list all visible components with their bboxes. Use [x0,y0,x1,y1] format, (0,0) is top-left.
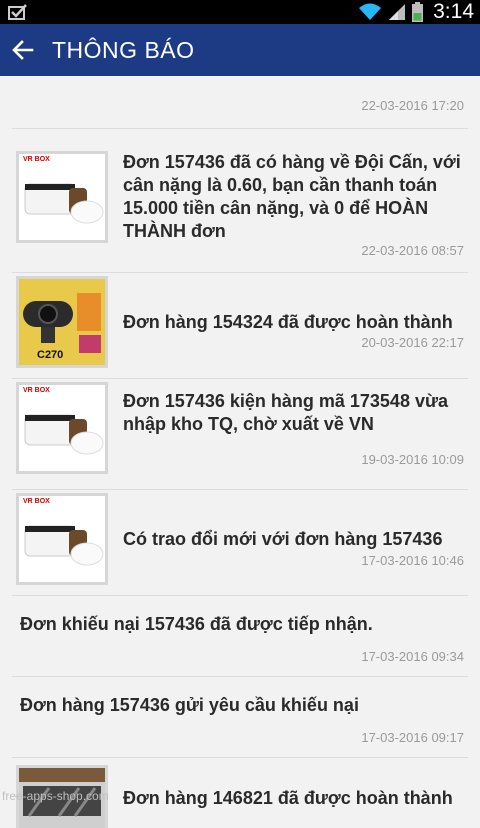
notification-timestamp: 22-03-2016 17:20 [361,98,464,113]
notification-item[interactable]: 22-03-2016 17:20 [12,76,468,129]
notification-message: Đơn 157436 kiện hàng mã 173548 vừa nhập … [123,391,449,434]
notification-message: Đơn hàng 154324 đã được hoàn thành [123,311,453,332]
vr-brand-label: VR BOX [23,156,50,163]
back-button[interactable] [0,24,46,76]
notification-timestamp: 22-03-2016 08:57 [361,243,464,258]
vr-headset-thumbnail: VR BOX [16,151,108,243]
notification-message: Có trao đổi mới với đơn hàng 157436 [123,528,443,549]
notification-item[interactable]: VR BOX Có trao đổi mới với đơn hàng 1574… [12,490,468,596]
notification-timestamp: 17-03-2016 09:34 [361,649,464,664]
vr-brand-label: VR BOX [23,387,50,394]
notification-timestamp: 17-03-2016 10:46 [361,553,464,568]
signal-icon [389,4,406,20]
notification-message: Đơn khiếu nại 157436 đã được tiếp nhận. [20,614,373,634]
status-bar: 3:14 [0,0,480,24]
notification-timestamp: 20-03-2016 22:17 [361,335,464,350]
notification-message: Đơn hàng 157436 gửi yêu cầu khiếu nại [20,695,359,715]
notification-item[interactable]: Đơn hàng 157436 gửi yêu cầu khiếu nại 17… [12,677,468,758]
vr-brand-label: VR BOX [23,498,50,505]
page-title: THÔNG BÁO [52,36,195,63]
app-bar: THÔNG BÁO [0,24,480,76]
notification-item[interactable]: Đơn khiếu nại 157436 đã được tiếp nhận. … [12,596,468,677]
notification-item[interactable]: VR BOX Đơn 157436 kiện hàng mã 173548 vừ… [12,379,468,490]
notification-timestamp: 19-03-2016 10:09 [361,452,464,467]
vr-headset-thumbnail: VR BOX [16,382,108,474]
battery-icon [412,2,424,22]
webcam-thumbnail: C270 [16,276,108,368]
notification-item[interactable]: C270 Đơn hàng 154324 đã được hoàn thành … [12,273,468,379]
notification-item[interactable]: VR BOX Đơn 157436 đã có hàng về Đội Cấn,… [12,129,468,273]
notification-item[interactable]: Đơn hàng 146821 đã được hoàn thành [12,758,468,828]
status-time: 3:14 [433,0,474,23]
vr-headset-thumbnail: VR BOX [16,493,108,585]
notification-list: 22-03-2016 17:20 VR BOX Đơn 157436 đã có… [0,76,480,828]
notification-message: Đơn 157436 đã có hàng về Đội Cấn, với câ… [123,152,461,241]
webcam-model-label: C270 [37,349,64,361]
arrow-back-icon [12,40,34,60]
notification-timestamp: 17-03-2016 09:17 [361,730,464,745]
watermark: free-apps-shop.com [2,789,109,803]
notification-message: Đơn hàng 146821 đã được hoàn thành [123,788,453,808]
wifi-icon [359,3,382,20]
notification-check-icon [8,4,27,20]
